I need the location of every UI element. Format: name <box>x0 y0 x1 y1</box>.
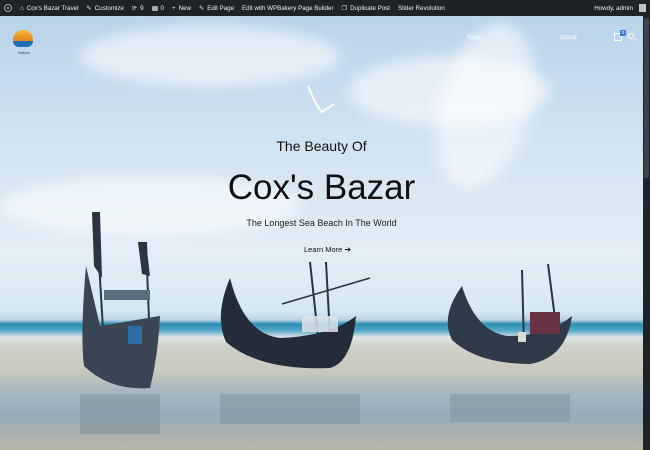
updates-link[interactable]: ⟳ 9 <box>128 0 148 16</box>
site-logo[interactable]: Nature <box>10 28 36 55</box>
cart-count: 0 <box>620 30 626 36</box>
updates-count: 9 <box>140 4 144 12</box>
admin-bar: ⌂ Cox's Bazar Travel ✎ Customize ⟳ 9 0 +… <box>0 0 650 16</box>
howdy-label: Howdy, admin <box>594 4 633 12</box>
customize-link[interactable]: ✎ Customize <box>82 0 127 16</box>
new-label: New <box>178 4 192 12</box>
avatar <box>639 4 646 12</box>
site-name: Cox's Bazar Travel <box>26 4 79 12</box>
logo-text: Nature <box>17 50 30 55</box>
customize-label: Customize <box>94 4 124 12</box>
boat-left <box>82 211 160 389</box>
boat-reflection <box>80 394 160 434</box>
nav-item-tours[interactable]: Tours <box>466 34 482 41</box>
copy-icon: ❐ <box>341 4 348 12</box>
sea-icon <box>13 41 33 47</box>
wpbakery-link[interactable]: Edit with WPBakery Page Builder <box>238 0 337 16</box>
home-icon: ⌂ <box>20 4 24 12</box>
comment-icon <box>151 5 158 11</box>
search-icon[interactable] <box>628 33 634 39</box>
boats-illustration <box>80 85 572 434</box>
slider-label: Slider Revolution <box>398 4 445 12</box>
boat-reflection <box>450 394 570 422</box>
boat-right <box>447 263 572 364</box>
duplicate-post-link[interactable]: ❐ Duplicate Post <box>338 0 394 16</box>
comments-link[interactable]: 0 <box>148 0 168 16</box>
boat-center <box>220 261 371 369</box>
site-name-link[interactable]: ⌂ Cox's Bazar Travel <box>16 0 82 16</box>
learn-more-button[interactable]: Learn More ➔ <box>304 245 351 254</box>
boat-reflection <box>220 394 360 424</box>
nav-item-hidden[interactable] <box>504 34 538 41</box>
learn-more-label: Learn More <box>304 245 343 254</box>
edit-page-link[interactable]: ✎ Edit Page <box>195 0 238 16</box>
comments-count: 0 <box>160 4 164 12</box>
wordpress-icon <box>4 4 12 12</box>
hero-tagline: The Longest Sea Beach In The World <box>246 218 397 228</box>
new-content-link[interactable]: + New <box>168 0 195 16</box>
nav-item-about[interactable]: About <box>560 34 577 41</box>
seagull <box>307 85 335 114</box>
slider-revolution-link[interactable]: Slider Revolution <box>394 0 449 16</box>
duplicate-label: Duplicate Post <box>350 4 390 12</box>
pencil-icon: ✎ <box>199 4 205 12</box>
arrow-right-icon: ➔ <box>344 245 352 254</box>
main-nav: Tours About <box>466 34 577 41</box>
plus-icon: + <box>172 4 176 12</box>
my-account-link[interactable]: Howdy, admin <box>590 0 650 16</box>
edit-page-label: Edit Page <box>207 4 235 12</box>
hero-slider: Nature Tours About 0 The Beauty Of Cox's… <box>0 16 643 450</box>
pencil-icon: ✎ <box>86 4 92 12</box>
wpbakery-label: Edit with WPBakery Page Builder <box>242 4 334 12</box>
scrollbar-thumb[interactable] <box>644 18 649 178</box>
wp-logo-menu[interactable] <box>0 0 16 16</box>
hero-subtitle: The Beauty Of <box>276 138 367 154</box>
hero-title: Cox's Bazar <box>227 168 416 207</box>
refresh-icon: ⟳ <box>131 4 138 12</box>
